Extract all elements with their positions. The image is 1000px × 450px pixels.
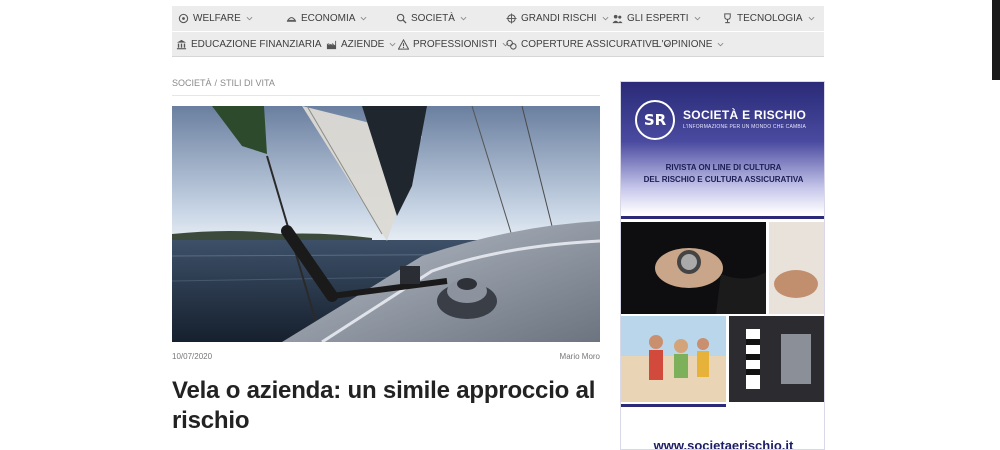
ad-website-url[interactable]: www.societaerischio.it <box>621 438 824 449</box>
sidebar-advertisement[interactable]: SR SOCIETÀ E RISCHIO L'INFORMAZIONE PER … <box>620 81 825 450</box>
nav-row-primary: WELFARE ECONOMIA SOCIETÀ GRANDI RISCHI G… <box>172 6 824 31</box>
breadcrumb-divider <box>172 95 600 96</box>
nav-label: AZIENDE <box>341 39 385 50</box>
nav-label: PROFESSIONISTI <box>413 39 497 50</box>
ad-collage-image <box>621 214 824 410</box>
users-icon <box>612 13 623 24</box>
bank-icon <box>176 39 187 50</box>
breadcrumb-societa[interactable]: SOCIETÀ <box>172 78 212 88</box>
window-edge <box>992 0 1000 80</box>
breadcrumb: SOCIETÀ / STILI DI VITA <box>172 78 275 88</box>
nav-item-coperture-assicurative[interactable]: COPERTURE ASSICURATIVE <box>506 32 670 57</box>
nav-item-tecnologia[interactable]: TECNOLOGIA <box>722 6 815 31</box>
chevron-down-icon <box>694 16 701 21</box>
nav-label: EDUCAZIONE FINANZIARIA <box>191 39 322 50</box>
target-icon <box>506 13 517 24</box>
economia-icon <box>286 13 297 24</box>
chevron-down-icon <box>246 16 253 21</box>
nav-label: WELFARE <box>193 13 241 24</box>
nav-label: ECONOMIA <box>301 13 356 24</box>
article-date: 10/07/2020 <box>172 352 213 361</box>
welfare-icon <box>178 13 189 24</box>
chevron-down-icon <box>460 16 467 21</box>
nav-item-opinione[interactable]: L'OPINIONE <box>656 32 724 57</box>
nav-item-societa[interactable]: SOCIETÀ <box>396 6 467 31</box>
chevron-down-icon <box>717 42 724 47</box>
ad-header: SR SOCIETÀ E RISCHIO L'INFORMAZIONE PER … <box>621 82 824 214</box>
chevron-down-icon <box>602 16 609 21</box>
nav-item-aziende[interactable]: AZIENDE <box>326 32 396 57</box>
nav-label: GLI ESPERTI <box>627 13 689 24</box>
nav-label: L'OPINIONE <box>656 39 713 50</box>
breadcrumb-separator: / <box>214 78 218 88</box>
ad-photo-collage <box>621 214 824 410</box>
chevron-down-icon <box>389 42 396 47</box>
nav-item-gli-esperti[interactable]: GLI ESPERTI <box>612 6 701 31</box>
nav-item-welfare[interactable]: WELFARE <box>178 6 253 31</box>
nav-item-professionisti[interactable]: PROFESSIONISTI <box>398 32 509 57</box>
article-author[interactable]: Mario Moro <box>560 352 600 361</box>
nav-label: TECNOLOGIA <box>737 13 803 24</box>
warning-icon <box>398 39 409 50</box>
trophy-icon <box>722 13 733 24</box>
chevron-down-icon <box>808 16 815 21</box>
chevron-down-icon <box>360 16 367 21</box>
ad-tagline: L'INFORMAZIONE PER UN MONDO CHE CAMBIA <box>683 124 807 130</box>
nav-label: SOCIETÀ <box>411 13 455 24</box>
ad-description: RIVISTA ON LINE DI CULTURA DEL RISCHIO E… <box>631 162 816 186</box>
sailboat-photo <box>172 106 600 342</box>
nav-label: COPERTURE ASSICURATIVE <box>521 39 659 50</box>
ad-logo: SR <box>635 100 675 140</box>
nav-item-educazione-finanziaria[interactable]: EDUCAZIONE FINANZIARIA <box>176 32 334 57</box>
article-hero-image <box>172 106 600 342</box>
nav-label: GRANDI RISCHI <box>521 13 597 24</box>
main-navigation: WELFARE ECONOMIA SOCIETÀ GRANDI RISCHI G… <box>172 6 824 57</box>
ad-description-line: RIVISTA ON LINE DI CULTURA <box>665 163 782 172</box>
nav-item-grandi-rischi[interactable]: GRANDI RISCHI <box>506 6 609 31</box>
ad-description-line: DEL RISCHIO E CULTURA ASSICURATIVA <box>643 175 804 184</box>
coins-icon <box>506 39 517 50</box>
nav-row-secondary: EDUCAZIONE FINANZIARIA AZIENDE PROFESSIO… <box>172 31 824 56</box>
article-title: Vela o azienda: un simile approccio al r… <box>172 377 596 434</box>
ad-brand-name: SOCIETÀ E RISCHIO <box>683 108 807 122</box>
nav-item-economia[interactable]: ECONOMIA <box>286 6 367 31</box>
breadcrumb-stili-di-vita[interactable]: STILI DI VITA <box>220 78 275 88</box>
industry-icon <box>326 39 337 50</box>
search-icon <box>396 13 407 24</box>
